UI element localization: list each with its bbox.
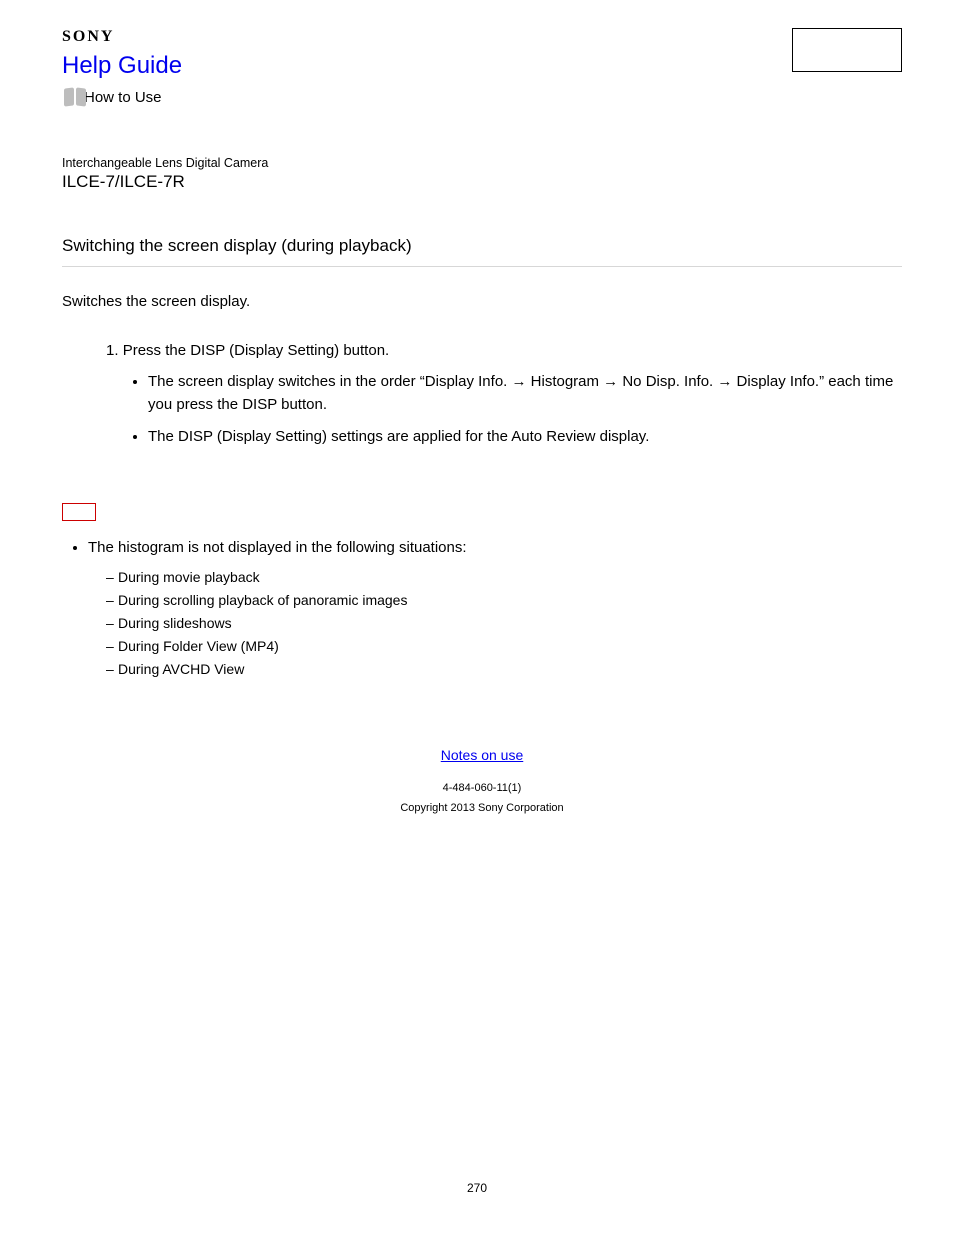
- book-icon: [62, 86, 88, 108]
- step-bullet: The DISP (Display Setting) settings are …: [148, 426, 902, 449]
- product-type: Interchangeable Lens Digital Camera: [62, 156, 902, 170]
- note-item: During scrolling playback of panoramic i…: [106, 589, 902, 612]
- step-bullets: The screen display switches in the order…: [106, 371, 902, 449]
- notes-on-use-link[interactable]: Notes on use: [441, 747, 524, 763]
- note-item: During movie playback: [106, 566, 902, 589]
- brand-logo: SONY: [62, 28, 182, 46]
- note-lead: The histogram is not displayed in the fo…: [88, 539, 902, 556]
- note-item: During slideshows: [106, 612, 902, 635]
- step-text: Press the DISP (Display Setting) button.: [123, 342, 390, 359]
- note-items: During movie playback During scrolling p…: [62, 566, 902, 681]
- step-number: 1.: [106, 342, 119, 359]
- how-to-use-label: How to Use: [84, 89, 162, 106]
- step-list: 1. Press the DISP (Display Setting) butt…: [62, 342, 902, 449]
- note-icon-box: [62, 503, 96, 521]
- note-lead-list: The histogram is not displayed in the fo…: [62, 539, 902, 556]
- page-title: Switching the screen display (during pla…: [62, 236, 902, 267]
- top-right-box: [792, 28, 902, 72]
- help-guide-title: Help Guide: [62, 52, 182, 80]
- step-item: 1. Press the DISP (Display Setting) butt…: [106, 342, 902, 449]
- product-model: ILCE-7/ILCE-7R: [62, 172, 902, 192]
- step-bullet: The screen display switches in the order…: [148, 371, 902, 416]
- intro-text: Switches the screen display.: [62, 293, 902, 310]
- publication-code: 4-484-060-11(1): [62, 782, 902, 794]
- page-number: 270: [0, 1181, 954, 1195]
- copyright: Copyright 2013 Sony Corporation: [62, 802, 902, 814]
- note-item: During AVCHD View: [106, 658, 902, 681]
- note-item: During Folder View (MP4): [106, 635, 902, 658]
